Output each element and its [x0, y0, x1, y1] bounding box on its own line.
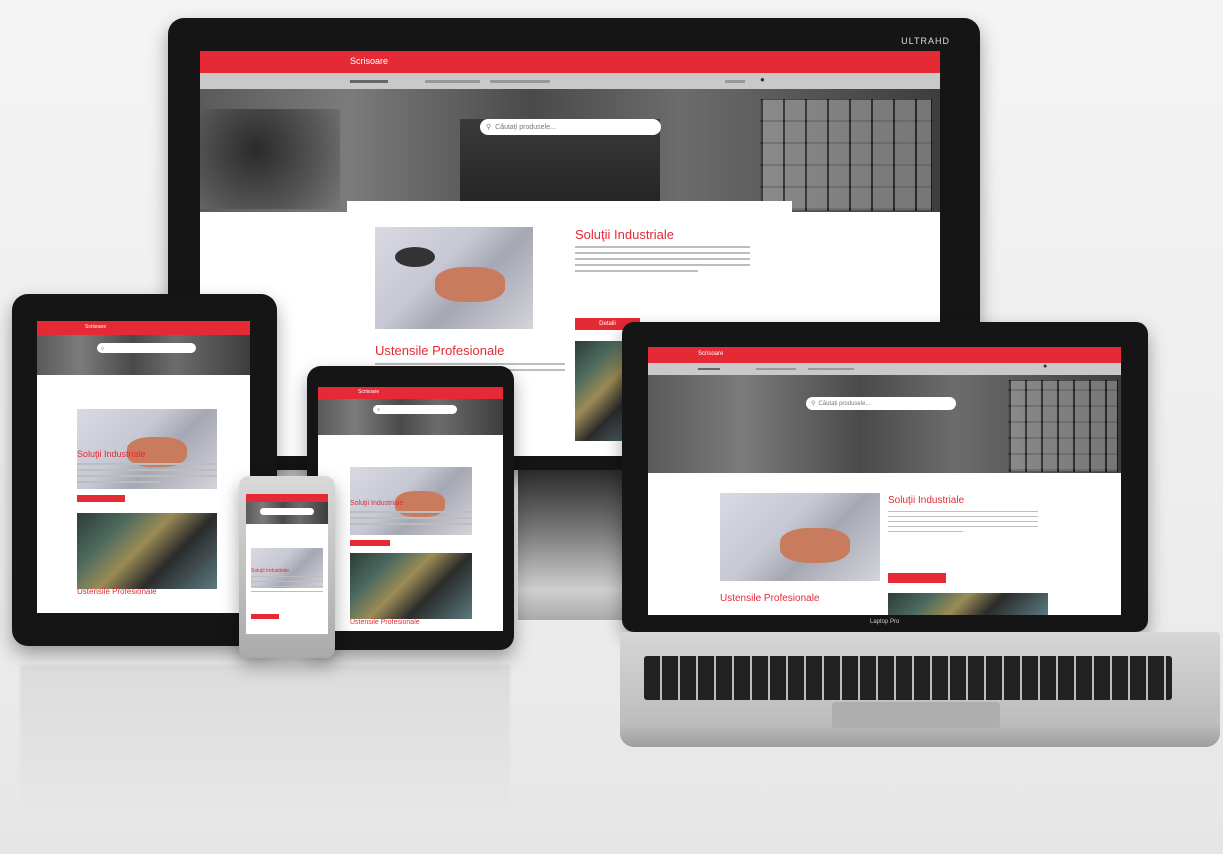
- tablet-small-hero: ⚲: [318, 399, 503, 435]
- tablet-small-search[interactable]: ⚲: [373, 405, 457, 414]
- laptop-base: [620, 632, 1220, 747]
- tablet-small-nav-title[interactable]: Scrisoare: [358, 389, 379, 395]
- phone-nav: [246, 494, 328, 502]
- laptop-cta-button[interactable]: [888, 573, 946, 583]
- tablet-product-image-2: [77, 513, 217, 589]
- tablet-small-screen: Scrisoare ⚲ Soluţii Industriale Ustensil…: [318, 387, 503, 631]
- tablet-small-image-2: [350, 553, 472, 619]
- tablet-section1-title: Soluţii Industriale: [77, 449, 146, 459]
- search-icon: ⚲: [811, 401, 816, 407]
- sub-nav: ●: [200, 73, 940, 89]
- search-icon: ⚲: [377, 407, 380, 412]
- section1-title: Soluţii Industriale: [575, 227, 674, 242]
- keyboard: [644, 656, 1172, 700]
- tablet-search-input[interactable]: ⚲: [97, 343, 196, 353]
- laptop-sub-nav: ●: [648, 363, 1121, 375]
- cart-icon[interactable]: ●: [1043, 363, 1047, 370]
- floor-reflection: [20, 665, 510, 815]
- nav-title[interactable]: Scrisoare: [350, 56, 388, 66]
- laptop-screen: Scrisoare ● ⚲ Căutați produsele... Soluţ…: [648, 347, 1121, 615]
- tablet-small-section2-title: Ustensile Profesionale: [350, 619, 420, 626]
- phone-search[interactable]: [260, 508, 314, 515]
- hero-banner: ⚲ Căutați produsele...: [200, 89, 940, 212]
- laptop-hero: ⚲ Căutați produsele...: [648, 375, 1121, 473]
- tablet-small: Scrisoare ⚲ Soluţii Industriale Ustensil…: [307, 366, 514, 650]
- tablet-small-cta[interactable]: [350, 540, 390, 546]
- tablet-nav-title[interactable]: Scrisoare: [85, 324, 106, 330]
- monitor-stand: [518, 470, 626, 620]
- tablet-large: Scrisoare ⚲ Soluţii Industriale Ustensil…: [12, 294, 277, 646]
- tablet-small-section1-title: Soluţii Industriale: [350, 500, 404, 507]
- monitor-brand-label: ULTRAHD: [901, 36, 950, 46]
- laptop-product-image-2: [888, 593, 1048, 615]
- phone: Soluţii Industriale: [239, 476, 335, 658]
- tablet-nav-bar: Scrisoare: [37, 321, 250, 335]
- cart-icon[interactable]: ●: [760, 75, 765, 84]
- tablet-cta-button[interactable]: [77, 495, 125, 502]
- laptop-section2-title: Ustensile Profesionale: [720, 593, 820, 604]
- tablet-large-screen: Scrisoare ⚲ Soluţii Industriale Ustensil…: [37, 321, 250, 613]
- laptop-search-input[interactable]: ⚲ Căutați produsele...: [806, 397, 956, 410]
- laptop-nav-title[interactable]: Scrisoare: [698, 351, 723, 357]
- product-image-1: [375, 227, 533, 329]
- tablet-section2-title: Ustensile Profesionale: [77, 587, 157, 596]
- phone-section1-title: Soluţii Industriale: [251, 568, 290, 574]
- tablet-small-nav: Scrisoare: [318, 387, 503, 399]
- phone-screen: Soluţii Industriale: [246, 494, 328, 634]
- phone-hero: [246, 502, 328, 524]
- laptop-product-image-1: [720, 493, 880, 581]
- laptop-section1-title: Soluţii Industriale: [888, 495, 965, 506]
- laptop-content-card: Soluţii Industriale Ustensile Profesiona…: [696, 473, 1066, 615]
- tablet-hero: ⚲: [37, 335, 250, 375]
- search-icon: ⚲: [101, 345, 104, 351]
- trackpad[interactable]: [832, 702, 1000, 728]
- laptop-nav-bar: Scrisoare: [648, 347, 1121, 363]
- laptop-lid: Scrisoare ● ⚲ Căutați produsele... Soluţ…: [622, 322, 1148, 632]
- search-icon: ⚲: [486, 124, 492, 131]
- top-nav-bar: Scrisoare: [200, 51, 940, 73]
- laptop-brand-label: Laptop Pro: [870, 619, 900, 625]
- search-input[interactable]: ⚲ Căutați produsele...: [480, 119, 661, 135]
- section2-title: Ustensile Profesionale: [375, 343, 505, 358]
- phone-cta[interactable]: [251, 614, 279, 619]
